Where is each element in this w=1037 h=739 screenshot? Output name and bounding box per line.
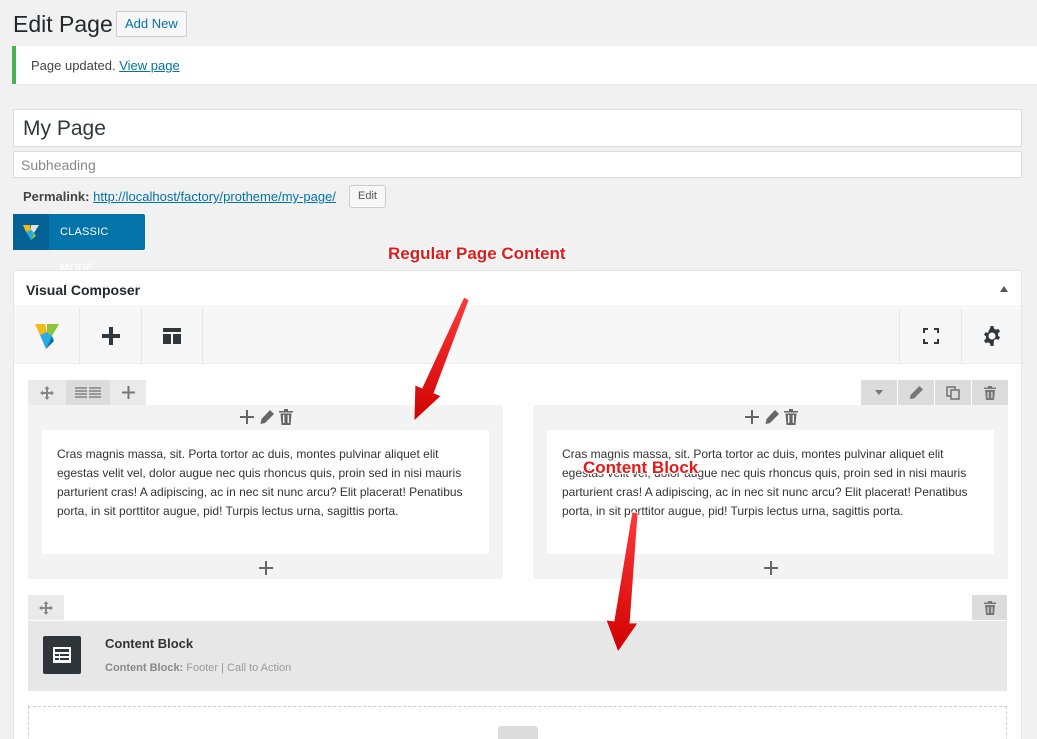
fullscreen-button[interactable] xyxy=(899,308,961,364)
move-icon xyxy=(40,385,54,400)
move-icon xyxy=(39,600,53,615)
row-add-column-button[interactable] xyxy=(110,380,146,405)
vc-panel-title: Visual Composer xyxy=(26,282,141,298)
pencil-icon[interactable] xyxy=(259,409,275,425)
content-block-meta-label: Content Block: xyxy=(105,662,184,674)
content-block-meta-value: Footer | Call to Action xyxy=(186,662,292,674)
permalink: Permalink: http://localhost/factory/prot… xyxy=(23,187,336,207)
add-row-button[interactable] xyxy=(498,726,538,739)
visual-composer-panel: Visual Composer Cras magnis massa, sit. … xyxy=(13,270,1022,739)
pencil-icon[interactable] xyxy=(764,409,780,425)
update-notice: Page updated. View page xyxy=(12,46,1037,84)
permalink-label: Permalink: xyxy=(23,189,90,204)
vc-toolbar xyxy=(14,308,1021,364)
gear-icon xyxy=(983,326,1000,346)
add-element-button[interactable] xyxy=(80,308,142,364)
plus-icon xyxy=(258,561,273,575)
chevron-down-icon xyxy=(875,390,883,395)
row-edit-button[interactable] xyxy=(898,380,934,405)
vc-logo-icon xyxy=(34,324,59,349)
notice-text: Page updated. xyxy=(31,58,116,73)
row-delete-button[interactable] xyxy=(972,595,1007,620)
content-block-element[interactable]: Content Block Content Block: Footer | Ca… xyxy=(28,621,1007,691)
collapse-arrow-icon[interactable] xyxy=(1000,286,1008,292)
page-title: Edit Page xyxy=(13,11,113,37)
column-add-element-button[interactable] xyxy=(28,557,503,579)
vc-logo-icon xyxy=(13,214,49,250)
vc-canvas: Cras magnis massa, sit. Porta tortor ac … xyxy=(14,365,1021,739)
column-right: Cras magnis massa, sit. Porta tortor ac … xyxy=(533,405,1008,579)
plus-icon xyxy=(763,561,778,575)
annotation-content-block: Content Block xyxy=(583,458,699,477)
text-block[interactable]: Cras magnis massa, sit. Porta tortor ac … xyxy=(547,430,994,554)
permalink-slug: my-page xyxy=(281,189,333,204)
row-move-handle[interactable] xyxy=(28,380,66,405)
title-input[interactable]: My Page xyxy=(13,109,1022,147)
classic-mode-button[interactable]: CLASSIC MODE xyxy=(13,214,145,274)
plus-icon xyxy=(121,386,135,399)
vc-panel-header[interactable]: Visual Composer xyxy=(14,271,1021,307)
content-block-icon xyxy=(43,636,81,674)
content-block-meta: Content Block: Footer | Call to Action xyxy=(105,662,291,674)
template-icon xyxy=(163,328,181,344)
settings-button[interactable] xyxy=(961,308,1021,364)
trash-icon[interactable] xyxy=(278,409,293,425)
permalink-url[interactable]: http://localhost/factory/protheme/my-pag… xyxy=(93,189,336,204)
row-toggle-button[interactable] xyxy=(861,380,897,405)
templates-button[interactable] xyxy=(142,308,203,364)
annotation-regular-page-content: Regular Page Content xyxy=(388,244,566,263)
subheading-input[interactable]: Subheading xyxy=(13,151,1022,178)
text-block[interactable]: Cras magnis massa, sit. Porta tortor ac … xyxy=(42,430,489,554)
view-page-link[interactable]: View page xyxy=(119,58,179,73)
row-layout-icon xyxy=(75,387,101,398)
column-controls xyxy=(533,409,1008,427)
trash-icon xyxy=(983,600,996,615)
fullscreen-icon xyxy=(922,328,939,344)
row-layout-button[interactable] xyxy=(66,380,110,405)
row-delete-button[interactable] xyxy=(972,380,1008,405)
plus-icon[interactable] xyxy=(239,409,255,425)
add-new-button[interactable]: Add New xyxy=(116,11,187,37)
trash-icon[interactable] xyxy=(783,409,798,425)
row-clone-button[interactable] xyxy=(935,380,971,405)
content-block-title: Content Block xyxy=(105,636,194,651)
clone-icon xyxy=(946,385,960,400)
column-controls xyxy=(28,409,503,427)
plus-icon[interactable] xyxy=(744,409,760,425)
permalink-edit-button[interactable]: Edit xyxy=(349,185,386,208)
trash-icon xyxy=(984,385,996,400)
column-left: Cras magnis massa, sit. Porta tortor ac … xyxy=(28,405,503,579)
row-move-handle[interactable] xyxy=(28,595,64,620)
vc-logo-button[interactable] xyxy=(14,308,80,364)
plus-icon xyxy=(101,327,120,345)
column-add-element-button[interactable] xyxy=(533,557,1008,579)
pencil-icon xyxy=(909,386,923,399)
